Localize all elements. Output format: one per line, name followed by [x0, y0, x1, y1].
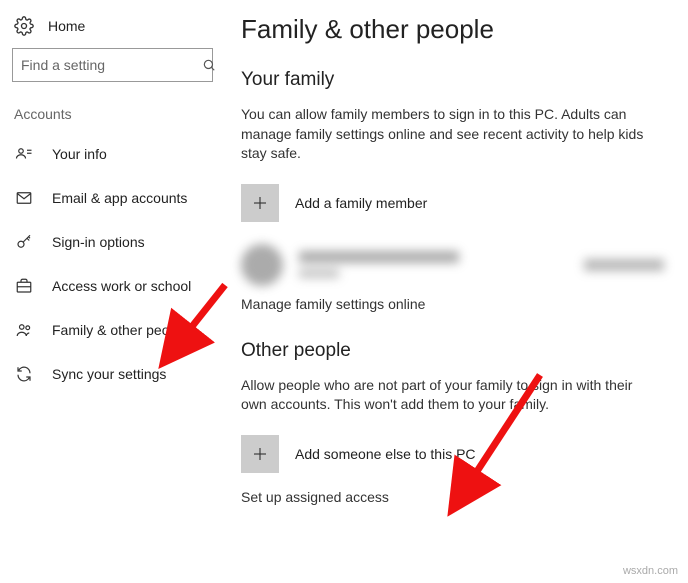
sidebar-item-label: Your info	[52, 146, 107, 162]
add-other-user-button[interactable]: Add someone else to this PC	[241, 435, 664, 473]
gear-icon	[14, 16, 34, 36]
search-input[interactable]	[21, 57, 202, 73]
sidebar-item-label: Access work or school	[52, 278, 191, 294]
watermark: wsxdn.com	[623, 565, 678, 577]
account-status	[584, 259, 664, 271]
key-icon	[14, 232, 34, 252]
sidebar: Home Accounts Your info	[0, 0, 225, 583]
add-family-label: Add a family member	[295, 195, 427, 211]
search-input-container[interactable]	[12, 48, 213, 82]
account-info	[299, 251, 584, 278]
sidebar-item-label: Email & app accounts	[52, 190, 187, 206]
briefcase-icon	[14, 276, 34, 296]
manage-family-link[interactable]: Manage family settings online	[241, 296, 664, 312]
add-family-member-button[interactable]: Add a family member	[241, 184, 664, 222]
sidebar-item-label: Sign-in options	[52, 234, 145, 250]
add-other-label: Add someone else to this PC	[295, 446, 476, 462]
sidebar-section-heading: Accounts	[0, 100, 225, 132]
other-description: Allow people who are not part of your fa…	[241, 376, 661, 415]
person-card-icon	[14, 144, 34, 164]
sidebar-item-sync[interactable]: Sync your settings	[0, 352, 225, 396]
sidebar-item-email-accounts[interactable]: Email & app accounts	[0, 176, 225, 220]
sidebar-item-label: Family & other people	[52, 322, 188, 338]
plus-icon	[241, 184, 279, 222]
sync-icon	[14, 364, 34, 384]
family-description: You can allow family members to sign in …	[241, 105, 661, 164]
section-title-other: Other people	[241, 340, 664, 362]
nav-home-label: Home	[48, 18, 85, 34]
page-title: Family & other people	[241, 14, 664, 45]
sidebar-item-your-info[interactable]: Your info	[0, 132, 225, 176]
setup-assigned-access-link[interactable]: Set up assigned access	[241, 489, 664, 505]
search-icon	[202, 57, 216, 73]
mail-icon	[14, 188, 34, 208]
sidebar-item-family-people[interactable]: Family & other people	[0, 308, 225, 352]
sidebar-item-label: Sync your settings	[52, 366, 166, 382]
plus-icon	[241, 435, 279, 473]
family-account-entry[interactable]	[241, 238, 664, 296]
sidebar-item-signin-options[interactable]: Sign-in options	[0, 220, 225, 264]
sidebar-item-work-school[interactable]: Access work or school	[0, 264, 225, 308]
section-title-family: Your family	[241, 69, 664, 91]
nav-home[interactable]: Home	[0, 14, 225, 48]
main-content: Family & other people Your family You ca…	[225, 0, 688, 583]
avatar	[241, 244, 283, 286]
people-icon	[14, 320, 34, 340]
